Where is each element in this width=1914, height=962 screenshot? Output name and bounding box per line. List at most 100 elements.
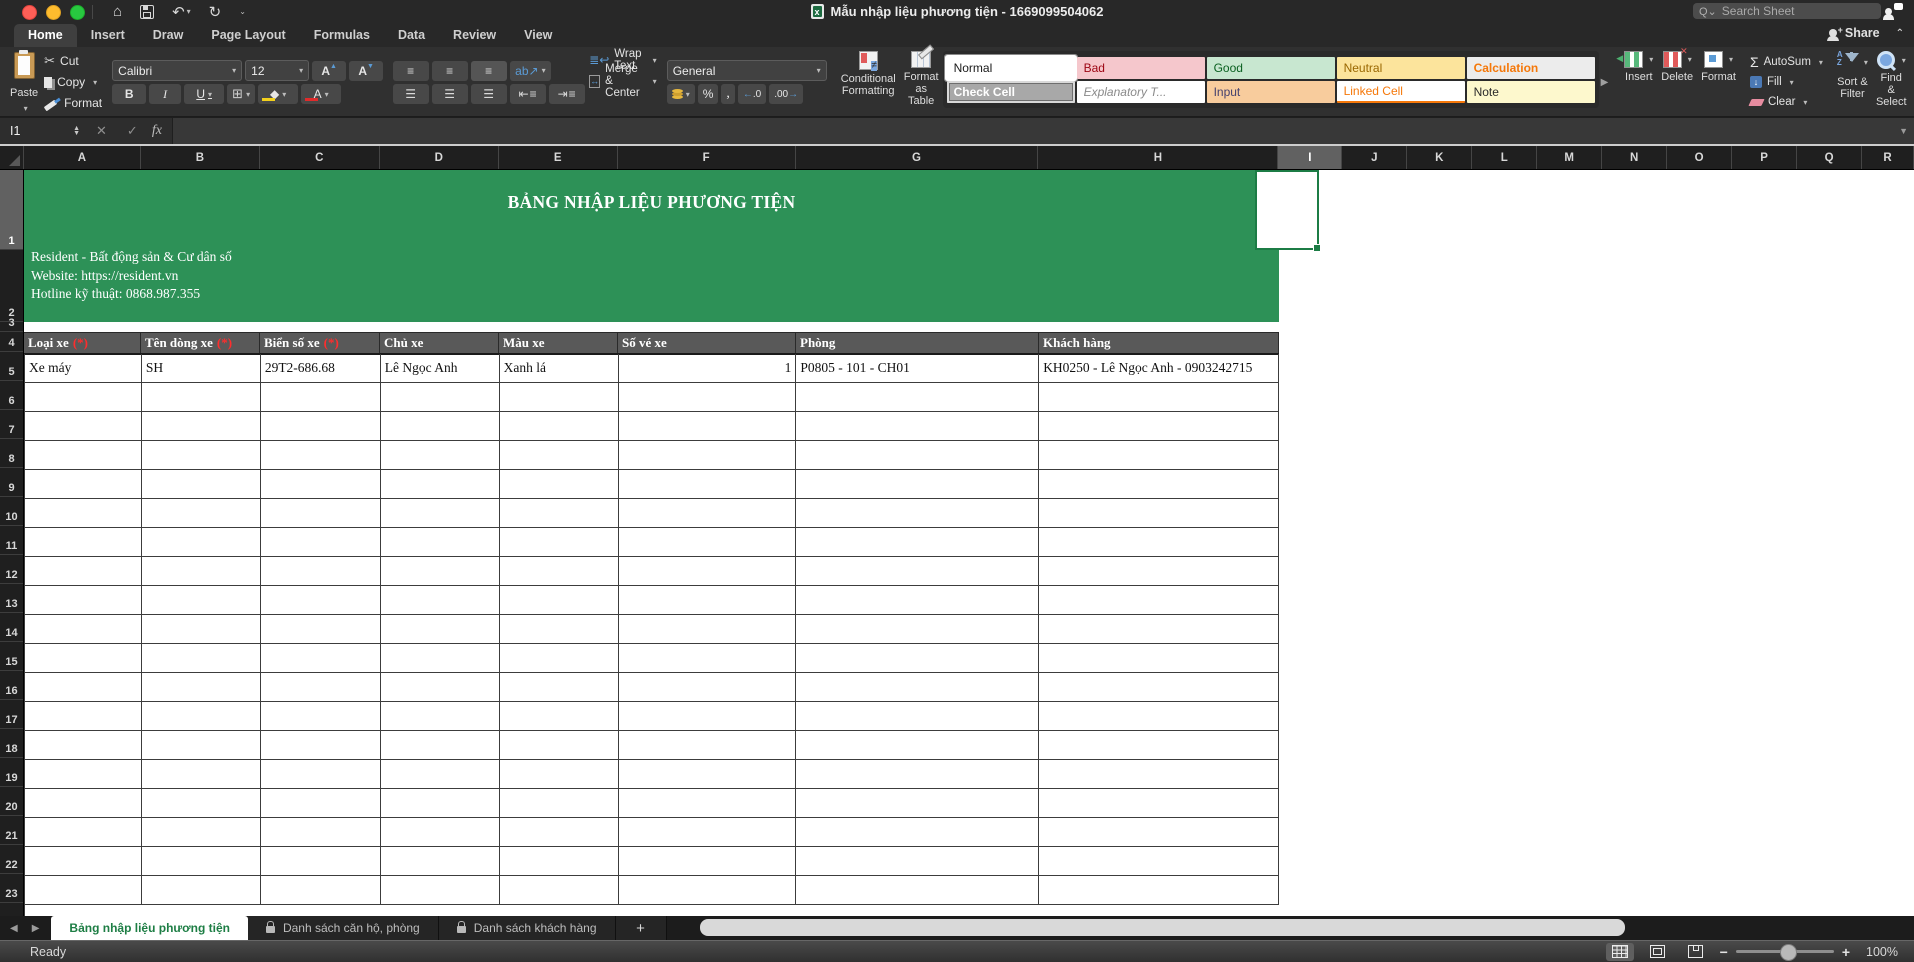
- cell[interactable]: [261, 760, 381, 789]
- cell[interactable]: [796, 470, 1039, 499]
- cell[interactable]: [796, 760, 1039, 789]
- cell[interactable]: [1039, 644, 1279, 673]
- cell[interactable]: [500, 760, 619, 789]
- cell[interactable]: [1039, 470, 1279, 499]
- cell[interactable]: [142, 383, 261, 412]
- page-break-view-button[interactable]: [1682, 943, 1710, 961]
- cell[interactable]: [500, 818, 619, 847]
- column-header-E[interactable]: E: [499, 146, 618, 169]
- column-header-L[interactable]: L: [1472, 146, 1537, 169]
- cell[interactable]: [381, 789, 500, 818]
- cell[interactable]: [796, 876, 1039, 905]
- cell[interactable]: [261, 557, 381, 586]
- cell[interactable]: Xanh lá: [500, 354, 619, 383]
- column-header-A[interactable]: A: [24, 146, 141, 169]
- cell[interactable]: [796, 673, 1039, 702]
- row-header-22[interactable]: 22: [0, 845, 23, 874]
- cell[interactable]: [500, 789, 619, 818]
- cell[interactable]: [1039, 412, 1279, 441]
- cell[interactable]: [261, 818, 381, 847]
- cell[interactable]: [796, 789, 1039, 818]
- cell[interactable]: [142, 412, 261, 441]
- cell[interactable]: [500, 412, 619, 441]
- cell[interactable]: [500, 528, 619, 557]
- green-header-block[interactable]: BẢNG NHẬP LIỆU PHƯƠNG TIỆN Resident - Bấ…: [24, 170, 1279, 322]
- selected-cell-I1[interactable]: [1255, 170, 1319, 250]
- cell[interactable]: [142, 615, 261, 644]
- cut-button[interactable]: ✂Cut: [44, 51, 102, 71]
- column-header-R[interactable]: R: [1862, 146, 1914, 169]
- paste-button[interactable]: Paste ▾: [4, 50, 44, 114]
- fill-button[interactable]: ↓Fill▾: [1750, 73, 1823, 92]
- cell-style-linked-cell[interactable]: Linked Cell: [1337, 81, 1465, 103]
- cell[interactable]: [25, 644, 142, 673]
- cell[interactable]: [796, 412, 1039, 441]
- conditional-formatting-button[interactable]: ConditionalFormatting: [837, 50, 900, 114]
- cell[interactable]: [1039, 760, 1279, 789]
- cell[interactable]: [619, 470, 797, 499]
- cell[interactable]: [381, 760, 500, 789]
- cell-style-bad[interactable]: Bad: [1077, 57, 1205, 79]
- cell[interactable]: [796, 702, 1039, 731]
- cell[interactable]: [500, 731, 619, 760]
- cell[interactable]: [25, 441, 142, 470]
- cell[interactable]: [796, 499, 1039, 528]
- number-format-select[interactable]: General▾: [667, 60, 827, 81]
- orientation-button[interactable]: ab↗▾: [510, 61, 550, 81]
- collapse-ribbon-icon[interactable]: ⌃: [1896, 28, 1904, 39]
- cell-style-good[interactable]: Good: [1207, 57, 1335, 79]
- cell[interactable]: [381, 383, 500, 412]
- cell[interactable]: [25, 789, 142, 818]
- cell[interactable]: [142, 847, 261, 876]
- italic-button[interactable]: I: [149, 84, 181, 104]
- column-header-F[interactable]: F: [618, 146, 796, 169]
- cell-reference-box[interactable]: I1 ▲▼: [0, 124, 86, 138]
- more-styles-button[interactable]: ▶: [1599, 50, 1611, 114]
- column-header-G[interactable]: G: [796, 146, 1039, 169]
- cell[interactable]: [500, 876, 619, 905]
- cell[interactable]: [500, 702, 619, 731]
- bold-button[interactable]: B: [112, 84, 146, 104]
- row-header-1[interactable]: 1: [0, 170, 23, 250]
- save-icon[interactable]: [140, 5, 154, 19]
- cell[interactable]: [796, 383, 1039, 412]
- find-select-button[interactable]: ▾ Find &Select: [1872, 50, 1911, 114]
- cell[interactable]: [619, 499, 797, 528]
- redo-icon[interactable]: ↻: [209, 3, 222, 21]
- row-header-15[interactable]: 15: [0, 642, 23, 671]
- cell[interactable]: [500, 383, 619, 412]
- cell[interactable]: [619, 673, 797, 702]
- row-header-3[interactable]: 3: [0, 322, 23, 332]
- cell[interactable]: [142, 673, 261, 702]
- cell[interactable]: [381, 499, 500, 528]
- row-header-6[interactable]: 6: [0, 381, 23, 410]
- format-painter-button[interactable]: Format: [44, 93, 102, 113]
- sheet-tab-locked[interactable]: Danh sách căn hộ, phòng: [248, 916, 439, 940]
- cell[interactable]: [25, 470, 142, 499]
- cell[interactable]: [619, 528, 797, 557]
- column-header-B[interactable]: B: [141, 146, 260, 169]
- percent-format-button[interactable]: %: [698, 84, 719, 104]
- cell[interactable]: [25, 876, 142, 905]
- ribbon-tab-home[interactable]: Home: [14, 24, 77, 47]
- cell[interactable]: [1039, 383, 1279, 412]
- cell[interactable]: [1039, 702, 1279, 731]
- insert-function-icon[interactable]: fx: [152, 123, 162, 139]
- cell[interactable]: [1039, 731, 1279, 760]
- increase-indent-button[interactable]: ⇥≡: [549, 84, 585, 104]
- sheet-grid[interactable]: 1234567891011121314151617181920212223 BẢ…: [0, 170, 1914, 916]
- row-header-10[interactable]: 10: [0, 497, 23, 526]
- normal-view-button[interactable]: [1606, 943, 1634, 961]
- next-sheet-icon[interactable]: ▶: [32, 923, 40, 934]
- underline-button[interactable]: U▾: [184, 84, 224, 104]
- table-header-cell[interactable]: Số vé xe: [618, 333, 796, 353]
- cell[interactable]: [25, 847, 142, 876]
- cell[interactable]: [142, 876, 261, 905]
- merge-center-button[interactable]: ↔Merge & Center▾: [589, 71, 657, 91]
- cell[interactable]: [381, 818, 500, 847]
- row-header-4[interactable]: 4: [0, 332, 23, 352]
- cell[interactable]: [261, 412, 381, 441]
- page-layout-view-button[interactable]: [1644, 943, 1672, 961]
- zoom-slider[interactable]: [1736, 950, 1834, 953]
- cell-style-normal[interactable]: Normal: [947, 57, 1075, 79]
